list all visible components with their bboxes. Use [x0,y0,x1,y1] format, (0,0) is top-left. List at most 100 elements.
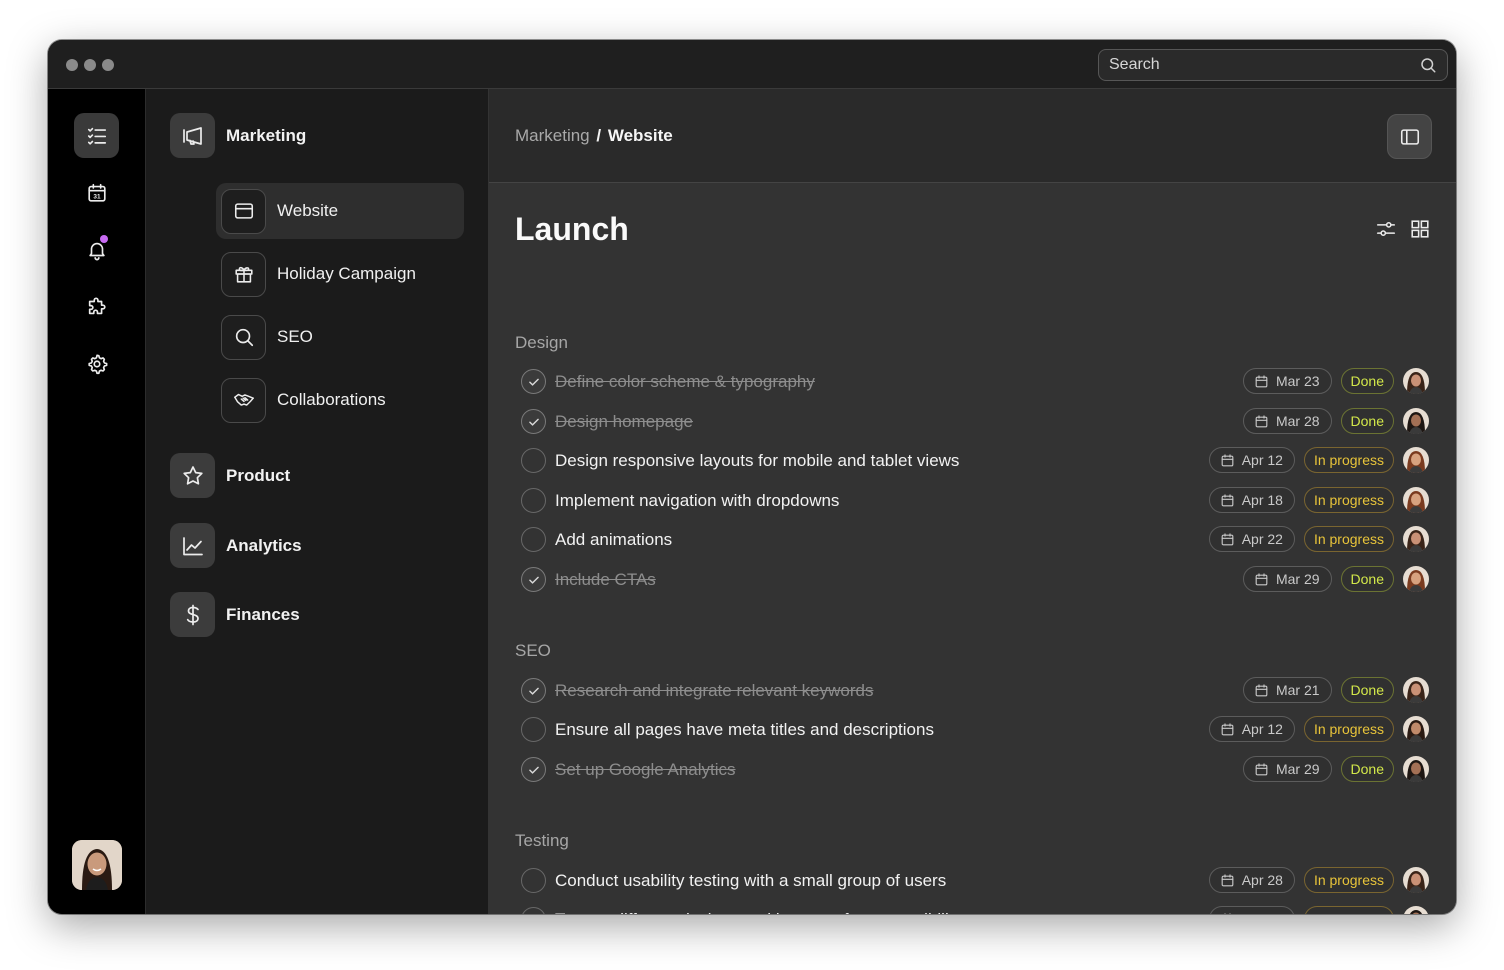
task-checkbox-checked[interactable] [521,757,546,782]
puzzle-icon [88,296,106,314]
page-title: Launch [515,211,629,247]
due-date-chip[interactable]: Mar 23 [1242,368,1332,394]
due-date-chip[interactable]: Apr 18 [1208,487,1295,513]
rail-tasks-button[interactable] [74,113,119,158]
task-title[interactable]: Design homepage [555,412,693,432]
task-checkbox-checked[interactable] [521,409,546,434]
task-title[interactable]: Conduct usability testing with a small g… [555,871,946,891]
user-avatar[interactable] [72,840,122,890]
assignee-avatar[interactable] [1403,677,1429,703]
due-date-chip[interactable]: Apr 28 [1208,867,1295,893]
status-badge[interactable]: Done [1340,756,1394,782]
status-badge[interactable]: In progress [1303,447,1394,473]
search-input[interactable] [1109,56,1419,74]
toggle-panel-button[interactable] [1387,114,1432,159]
due-date-chip[interactable]: Apr 12 [1208,716,1295,742]
task-title[interactable]: Include CTAs [555,570,656,590]
project-product[interactable]: Product [170,453,290,498]
chart-line-icon [182,536,203,555]
task-title[interactable]: Add animations [555,530,672,550]
rail-integrations-button[interactable] [74,284,119,329]
task-title[interactable]: Set up Google Analytics [555,760,736,780]
breadcrumb-separator: / [596,126,602,145]
assignee-avatar[interactable] [1403,487,1429,513]
subproject-seo[interactable]: SEO [216,309,464,365]
task-checkbox[interactable] [521,717,546,742]
status-badge[interactable]: In progress [1303,867,1394,893]
task-checkbox[interactable] [521,868,546,893]
app-window: 31 [48,40,1456,914]
assignee-avatar[interactable] [1403,526,1429,552]
task-title[interactable]: Define color scheme & typography [555,372,815,392]
star-icon [182,465,203,485]
subproject-holiday-campaign[interactable]: Holiday Campaign [216,246,464,302]
status-badge[interactable]: Done [1340,368,1394,394]
task-title[interactable]: Research and integrate relevant keywords [555,681,873,701]
due-date-chip[interactable]: Mar 28 [1242,408,1332,434]
checkmark-icon [528,687,539,695]
task-checkbox[interactable] [521,448,546,473]
task-title[interactable]: Implement navigation with dropdowns [555,491,839,511]
calendar-icon [1255,414,1268,427]
filter-sliders-icon[interactable] [1375,218,1397,240]
rail-calendar-button[interactable]: 31 [74,170,119,215]
due-date-chip[interactable]: Apr 12 [1208,447,1295,473]
window-close-button[interactable] [66,59,78,71]
status-badge[interactable]: In progress [1303,487,1394,513]
assignee-avatar[interactable] [1403,447,1429,473]
search-icon[interactable] [1419,56,1437,74]
breadcrumb-parent[interactable]: Marketing [515,126,590,145]
due-date-chip[interactable]: Apr 20 [1208,906,1295,914]
task-checkbox-checked[interactable] [521,369,546,394]
subproject-website[interactable]: Website [216,183,464,239]
project-marketing[interactable]: Marketing [170,113,306,158]
task-checkbox[interactable] [521,527,546,552]
status-badge[interactable]: Done [1340,677,1394,703]
breadcrumb: Marketing / Website [515,126,673,146]
due-date-chip[interactable]: Mar 21 [1242,677,1332,703]
window-minimize-button[interactable] [84,59,96,71]
megaphone-icon-box [170,113,215,158]
rail-settings-button[interactable] [74,341,119,386]
task-row: Set up Google Analytics Mar 29 Done [519,754,1429,786]
task-checkbox-checked[interactable] [521,678,546,703]
due-date-chip[interactable]: Apr 22 [1208,526,1295,552]
calendar-icon [1221,873,1234,886]
task-checkbox[interactable] [521,907,546,914]
project-finances[interactable]: Finances [170,592,300,637]
status-badge[interactable]: In progress [1303,716,1394,742]
status-badge[interactable]: In progress [1303,526,1394,552]
task-checkbox-checked[interactable] [521,567,546,592]
assignee-avatar[interactable] [1403,867,1429,893]
task-title[interactable]: Test on different devices and browses fo… [555,910,962,914]
task-meta: Apr 20 In progress [1208,906,1429,914]
handshake-icon [233,393,254,406]
window-zoom-button[interactable] [102,59,114,71]
subproject-collaborations[interactable]: Collaborations [216,372,464,428]
subproject-label: Collaborations [277,390,386,409]
assignee-avatar[interactable] [1403,408,1429,434]
assignee-avatar[interactable] [1403,368,1429,394]
assignee-avatar[interactable] [1403,566,1429,592]
project-analytics[interactable]: Analytics [170,523,302,568]
due-date-chip[interactable]: Mar 29 [1242,756,1332,782]
grid-view-icon[interactable] [1409,218,1431,240]
status-badge[interactable]: Done [1340,566,1394,592]
task-meta: Mar 29 Done [1242,566,1429,592]
due-date-text: Mar 21 [1275,682,1320,698]
task-title[interactable]: Design responsive layouts for mobile and… [555,451,959,471]
due-date-text: Mar 28 [1275,413,1320,429]
assignee-avatar[interactable] [1403,906,1429,914]
rail-notifications-button[interactable] [74,227,119,272]
task-row: Add animations Apr 22 In progress [519,524,1429,556]
task-title[interactable]: Ensure all pages have meta titles and de… [555,720,934,740]
task-meta: Apr 12 In progress [1208,447,1429,473]
status-badge[interactable]: Done [1340,408,1394,434]
assignee-avatar[interactable] [1403,716,1429,742]
due-date-chip[interactable]: Mar 29 [1242,566,1332,592]
assignee-avatar[interactable] [1403,756,1429,782]
task-checkbox[interactable] [521,488,546,513]
status-badge[interactable]: In progress [1303,906,1394,914]
calendar-icon [1255,374,1268,387]
due-date-text: Mar 29 [1275,571,1320,587]
